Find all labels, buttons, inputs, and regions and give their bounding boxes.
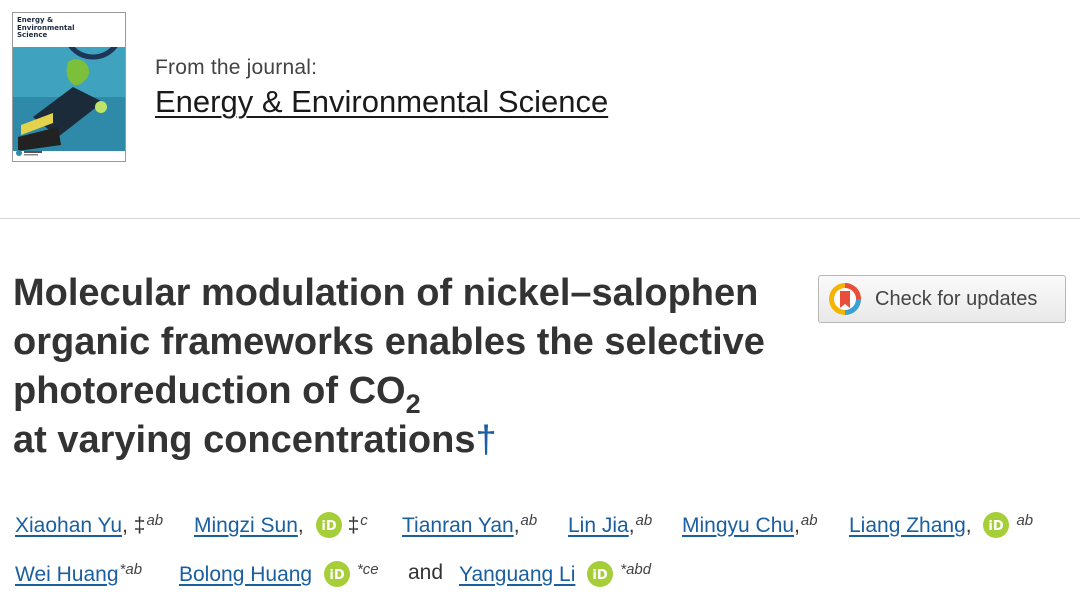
author-entry: Tianran Yan,ab: [402, 512, 537, 538]
journal-name-link[interactable]: Energy & Environmental Science: [155, 84, 608, 120]
author-name-link[interactable]: Mingyu Chu: [682, 514, 794, 537]
author-separator: ,: [513, 514, 520, 537]
check-for-updates-icon: [829, 283, 861, 315]
author-separator: ,: [122, 514, 128, 537]
svg-text:iD: iD: [329, 568, 344, 583]
author-separator: ,: [965, 514, 972, 537]
author-affiliation: ab: [635, 512, 653, 529]
author-entry: Mingzi Sun, iD ‡c: [194, 512, 368, 538]
check-for-updates-button[interactable]: Check for updates: [818, 275, 1066, 323]
cover-artwork: [13, 47, 125, 151]
cover-title: Energy & Environmental Science: [17, 16, 75, 39]
and-conjunction: and: [408, 561, 444, 584]
author-entry: Liang Zhang, iD ab: [849, 512, 1033, 538]
orcid-icon[interactable]: iD: [983, 512, 1010, 538]
author-affiliation: ab: [520, 512, 538, 529]
svg-text:iD: iD: [321, 519, 336, 534]
article-title-main: Molecular modulation of nickel–salophen …: [13, 272, 765, 412]
check-for-updates-label: Check for updates: [875, 287, 1038, 310]
author-entry: Yanguang Li iD *abd: [459, 561, 651, 587]
author-name-link[interactable]: Mingzi Sun: [194, 514, 298, 537]
author-affiliation: c: [360, 512, 368, 529]
author-affiliation: *ab: [119, 561, 143, 578]
orcid-icon[interactable]: iD: [323, 561, 350, 587]
author-name-link[interactable]: Wei Huang: [15, 563, 119, 586]
author-name-link[interactable]: Liang Zhang: [849, 514, 966, 537]
author-affiliation: ab: [800, 512, 818, 529]
author-entry: Xiaohan Yu, ‡ab: [15, 512, 163, 538]
title-footnote-dagger[interactable]: †: [475, 419, 496, 461]
author-entry: Mingyu Chu,ab: [682, 512, 818, 538]
author-entry: Lin Jia,ab: [568, 512, 652, 538]
author-separator: ,: [628, 514, 635, 537]
from-journal-label: From the journal:: [155, 56, 318, 79]
equal-contribution-mark: ‡: [133, 514, 146, 537]
author-name-link[interactable]: Bolong Huang: [179, 563, 312, 586]
equal-contribution-mark: ‡: [347, 514, 360, 537]
article-title-subscript: 2: [405, 389, 421, 419]
svg-text:iD: iD: [593, 568, 608, 583]
orcid-icon[interactable]: iD: [315, 512, 342, 538]
author-separator: ,: [297, 514, 304, 537]
header-divider: [0, 218, 1080, 219]
author-name-link[interactable]: Lin Jia: [568, 514, 629, 537]
author-affiliation: *ce: [356, 561, 379, 578]
article-title-end: at varying concentrations: [13, 419, 476, 461]
orcid-icon[interactable]: iD: [587, 561, 614, 587]
author-separator: ,: [794, 514, 800, 537]
article-title: Molecular modulation of nickel–salophen …: [13, 269, 793, 465]
author-affiliation: *abd: [620, 561, 652, 578]
author-name-link[interactable]: Yanguang Li: [459, 563, 575, 586]
author-name-link[interactable]: Xiaohan Yu: [15, 514, 122, 537]
cover-footer: [15, 149, 123, 159]
author-affiliation: ab: [146, 512, 164, 529]
author-entry: Bolong Huang iD *ce: [179, 561, 379, 587]
svg-text:iD: iD: [989, 519, 1004, 534]
author-name-link[interactable]: Tianran Yan: [402, 514, 514, 537]
author-affiliation: ab: [1016, 512, 1034, 529]
author-entry: Wei Huang*ab: [15, 561, 142, 587]
journal-cover-image[interactable]: Energy & Environmental Science: [12, 12, 126, 162]
